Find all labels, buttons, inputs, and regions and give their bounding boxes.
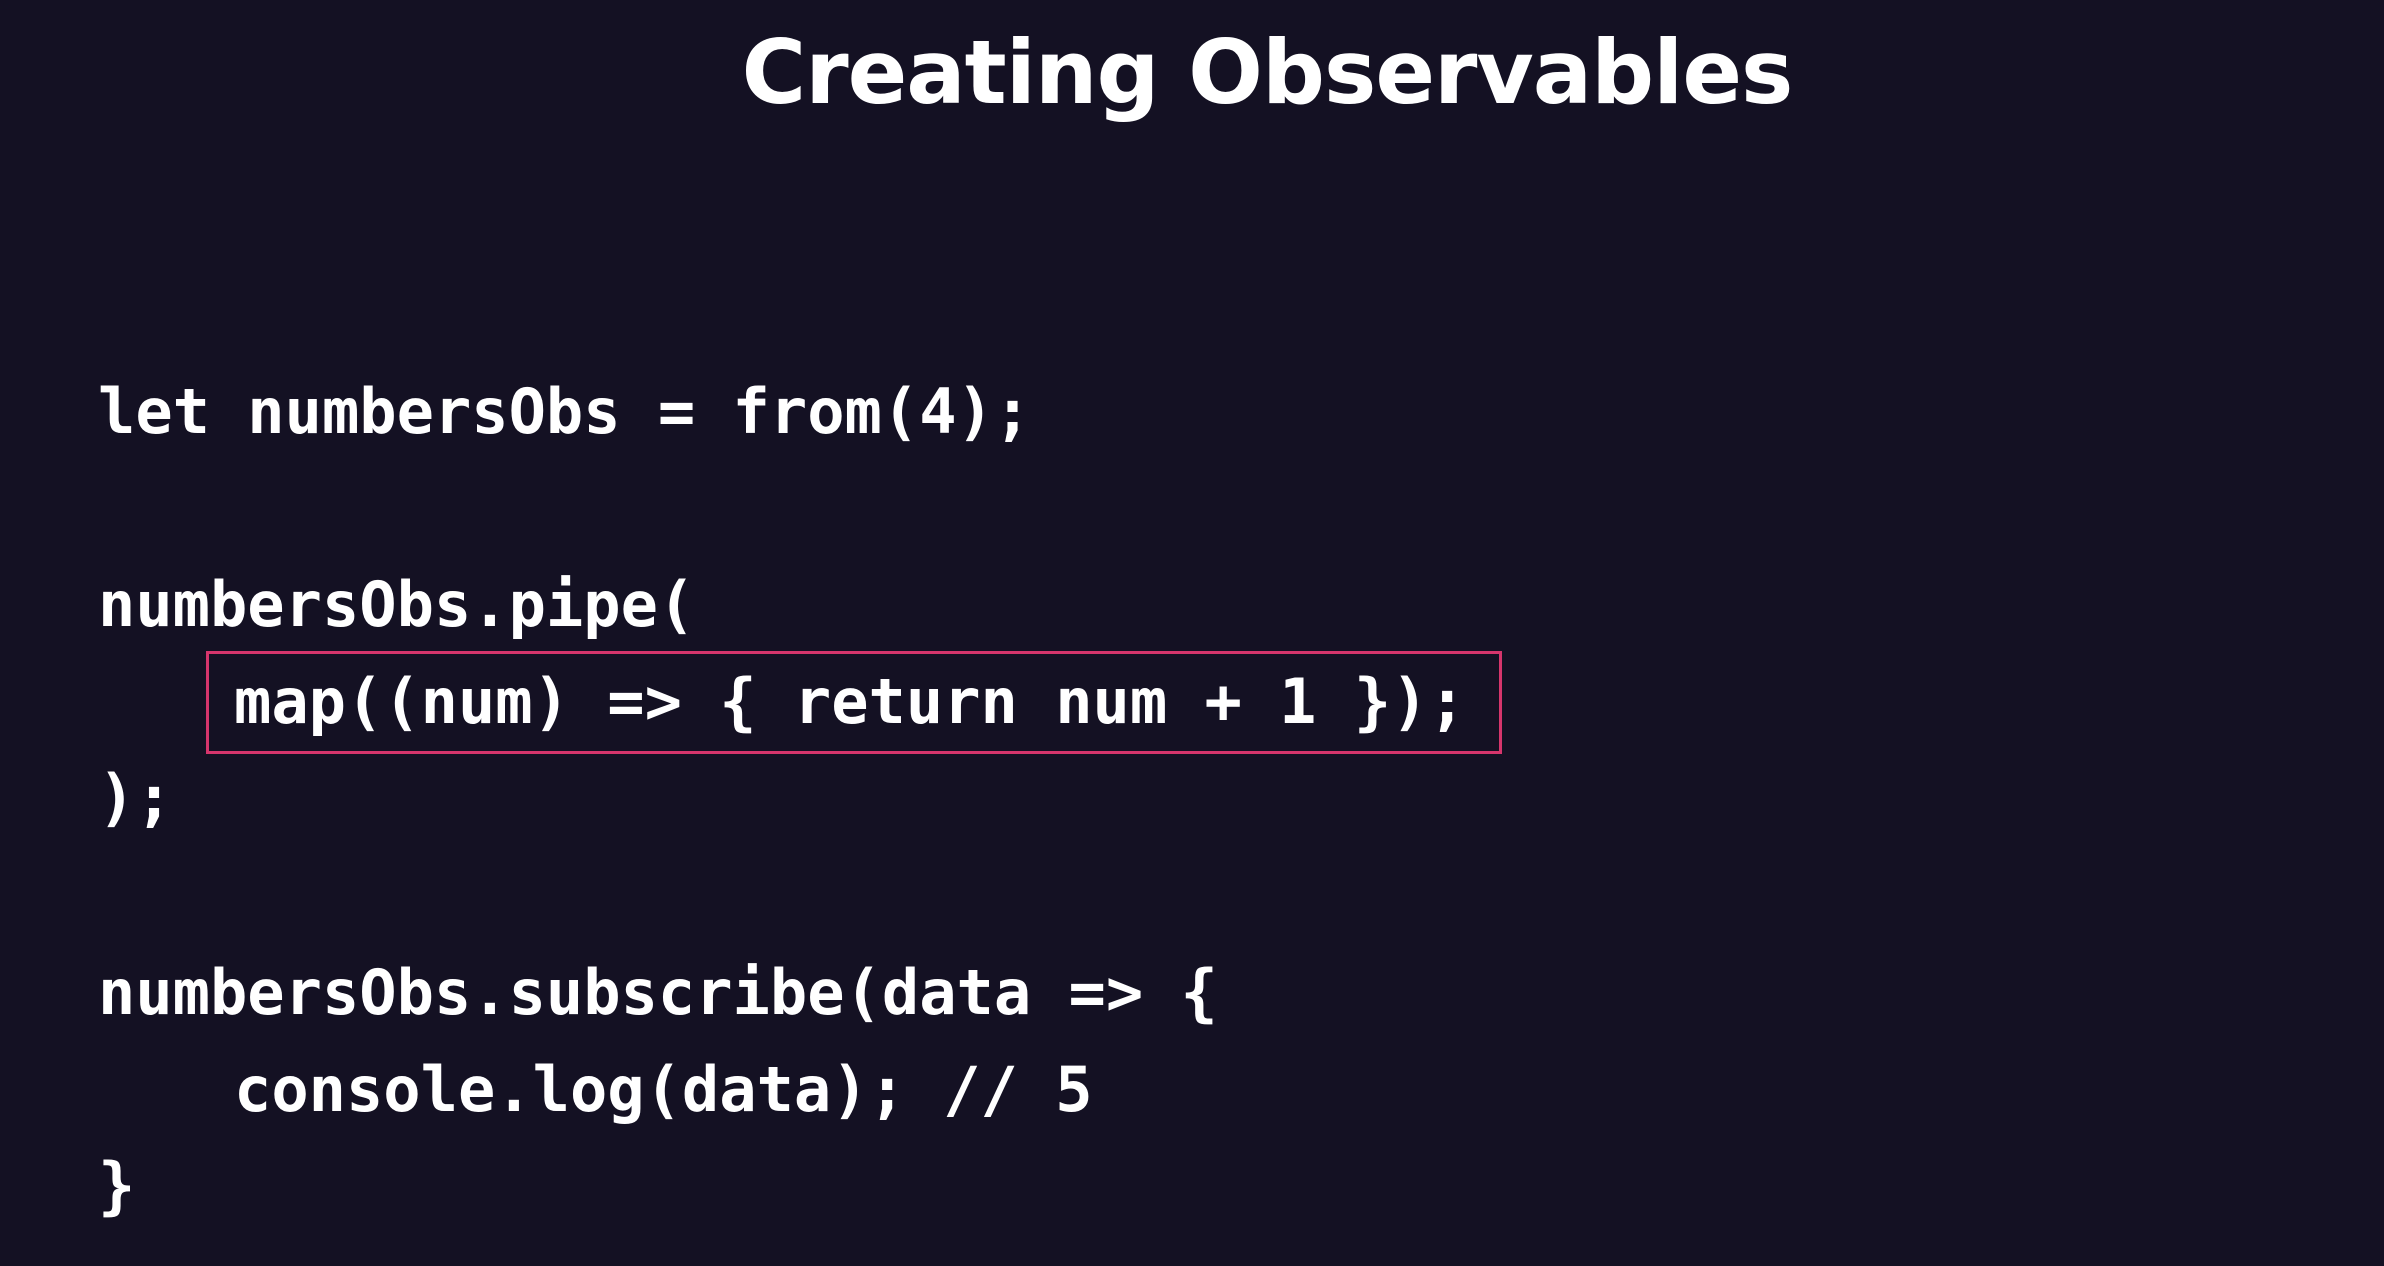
code-line-3-highlighted: map((num) => { return num + 1 }); [234,665,1466,738]
code-line-2: numbersObs.pipe( [98,568,696,641]
slide: Creating Observables let numbersObs = fr… [0,0,2384,1266]
code-line-4: ); [98,761,173,834]
code-line-1: let numbersObs = from(4); [98,375,1032,448]
code-line-6: console.log(data); // 5 [234,1053,1093,1126]
code-line-5: numbersObs.subscribe(data => { [98,956,1218,1029]
slide-title: Creating Observables [741,21,1794,124]
code-line-7: } [98,1149,136,1222]
